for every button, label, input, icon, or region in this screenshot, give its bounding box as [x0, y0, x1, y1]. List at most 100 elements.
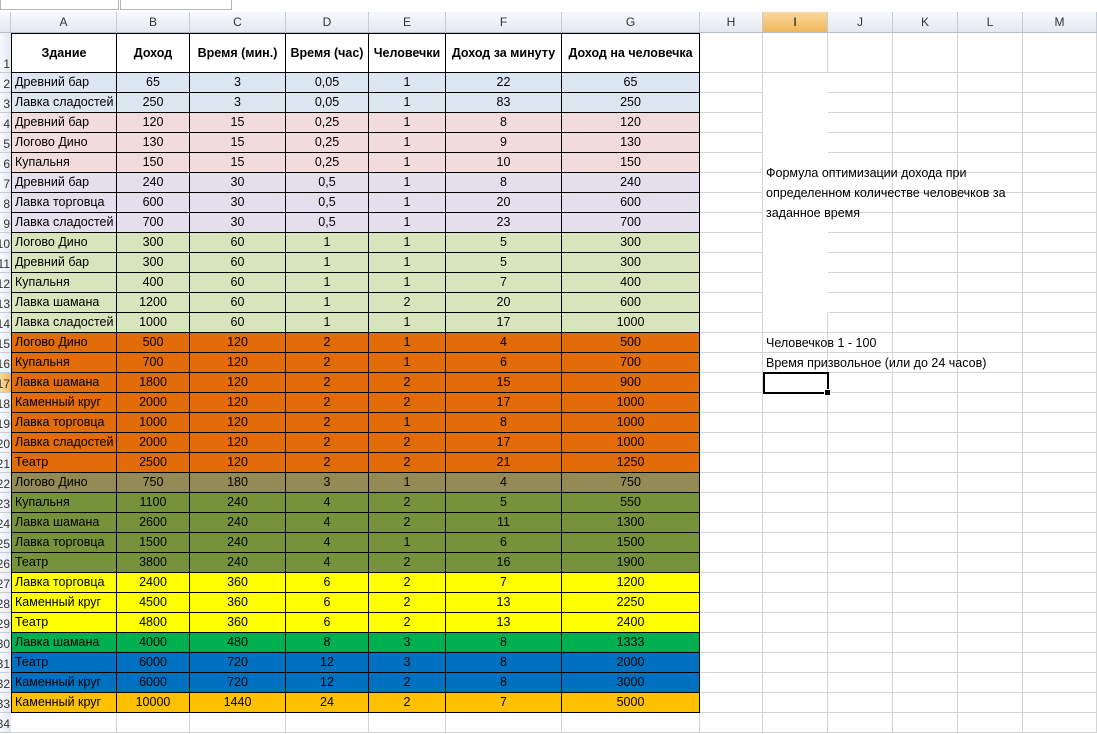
value-cell[interactable]: 1500	[117, 533, 190, 553]
header-cell[interactable]: Доход на человечка	[562, 33, 700, 73]
empty-cell[interactable]	[700, 353, 763, 373]
empty-cell[interactable]	[1023, 273, 1097, 293]
value-cell[interactable]: 240	[190, 553, 286, 573]
empty-cell[interactable]	[893, 313, 958, 333]
column-header-m[interactable]: M	[1023, 12, 1097, 32]
building-name-cell[interactable]: Каменный круг	[11, 693, 117, 713]
value-cell[interactable]: 17	[446, 313, 562, 333]
column-header-h[interactable]: H	[700, 12, 763, 32]
empty-cell[interactable]	[958, 273, 1023, 293]
value-cell[interactable]: 6	[446, 533, 562, 553]
value-cell[interactable]: 120	[190, 413, 286, 433]
row-header-3[interactable]: 3	[0, 93, 11, 113]
value-cell[interactable]: 6	[446, 353, 562, 373]
value-cell[interactable]: 0,25	[286, 153, 369, 173]
value-cell[interactable]: 1	[286, 293, 369, 313]
empty-cell[interactable]	[763, 673, 828, 693]
value-cell[interactable]: 1000	[562, 433, 700, 453]
value-cell[interactable]: 4500	[117, 593, 190, 613]
building-name-cell[interactable]: Лавка сладостей	[11, 213, 117, 233]
empty-cell[interactable]	[828, 433, 893, 453]
value-cell[interactable]: 2500	[117, 453, 190, 473]
value-cell[interactable]: 600	[117, 193, 190, 213]
empty-cell[interactable]	[763, 633, 828, 653]
value-cell[interactable]: 15	[190, 153, 286, 173]
value-cell[interactable]: 250	[117, 93, 190, 113]
building-name-cell[interactable]: Лавка шамана	[11, 293, 117, 313]
value-cell[interactable]: 300	[117, 233, 190, 253]
empty-cell[interactable]	[893, 373, 958, 393]
row-header-21[interactable]: 21	[0, 453, 11, 473]
value-cell[interactable]: 10000	[117, 693, 190, 713]
value-cell[interactable]: 2600	[117, 513, 190, 533]
empty-cell[interactable]	[763, 533, 828, 553]
value-cell[interactable]: 750	[117, 473, 190, 493]
value-cell[interactable]: 2	[286, 413, 369, 433]
empty-cell[interactable]	[828, 533, 893, 553]
empty-cell[interactable]	[828, 493, 893, 513]
row-header-14[interactable]: 14	[0, 313, 11, 333]
row-header-33[interactable]: 33	[0, 693, 11, 713]
value-cell[interactable]: 360	[190, 573, 286, 593]
empty-cell[interactable]	[1023, 573, 1097, 593]
row-header-34[interactable]: 34	[0, 713, 11, 733]
value-cell[interactable]: 2	[286, 373, 369, 393]
value-cell[interactable]: 1100	[117, 493, 190, 513]
column-header-d[interactable]: D	[286, 12, 369, 32]
empty-cell[interactable]	[1023, 633, 1097, 653]
value-cell[interactable]: 700	[117, 213, 190, 233]
empty-cell[interactable]	[1023, 433, 1097, 453]
empty-cell[interactable]	[828, 393, 893, 413]
value-cell[interactable]: 400	[117, 273, 190, 293]
empty-cell[interactable]	[893, 133, 958, 153]
value-cell[interactable]: 240	[117, 173, 190, 193]
value-cell[interactable]: 30	[190, 213, 286, 233]
empty-cell[interactable]	[1023, 233, 1097, 253]
row-header-29[interactable]: 29	[0, 613, 11, 633]
empty-cell[interactable]	[763, 133, 828, 153]
empty-cell[interactable]	[893, 613, 958, 633]
empty-cell[interactable]	[958, 393, 1023, 413]
value-cell[interactable]: 60	[190, 293, 286, 313]
value-cell[interactable]: 20	[446, 293, 562, 313]
value-cell[interactable]: 2	[286, 393, 369, 413]
empty-cell[interactable]	[893, 393, 958, 413]
empty-cell[interactable]	[893, 433, 958, 453]
row-header-16[interactable]: 16	[0, 353, 11, 373]
value-cell[interactable]: 1333	[562, 633, 700, 653]
value-cell[interactable]: 2	[369, 453, 446, 473]
value-cell[interactable]: 60	[190, 253, 286, 273]
empty-cell[interactable]	[763, 713, 828, 733]
value-cell[interactable]: 120	[190, 393, 286, 413]
empty-cell[interactable]	[700, 593, 763, 613]
empty-cell[interactable]	[893, 693, 958, 713]
value-cell[interactable]: 700	[562, 213, 700, 233]
building-name-cell[interactable]: Лавка шамана	[11, 513, 117, 533]
empty-cell[interactable]	[828, 553, 893, 573]
header-cell[interactable]: Время (мин.)	[190, 33, 286, 73]
value-cell[interactable]: 4	[286, 553, 369, 573]
value-cell[interactable]: 2	[286, 453, 369, 473]
empty-cell[interactable]	[763, 273, 828, 293]
value-cell[interactable]: 4	[446, 473, 562, 493]
value-cell[interactable]: 300	[562, 253, 700, 273]
value-cell[interactable]: 1	[369, 133, 446, 153]
empty-cell[interactable]	[700, 413, 763, 433]
value-cell[interactable]: 3	[190, 73, 286, 93]
row-header-13[interactable]: 13	[0, 293, 11, 313]
value-cell[interactable]: 1000	[562, 313, 700, 333]
empty-cell[interactable]	[700, 193, 763, 213]
value-cell[interactable]: 0,5	[286, 213, 369, 233]
value-cell[interactable]: 1	[369, 313, 446, 333]
row-header-24[interactable]: 24	[0, 513, 11, 533]
column-header-k[interactable]: K	[893, 12, 958, 32]
building-name-cell[interactable]: Лавка сладостей	[11, 433, 117, 453]
value-cell[interactable]: 5	[446, 233, 562, 253]
empty-cell[interactable]	[958, 93, 1023, 113]
empty-cell[interactable]	[763, 113, 828, 133]
empty-cell[interactable]	[958, 453, 1023, 473]
empty-cell[interactable]	[763, 693, 828, 713]
empty-cell[interactable]	[958, 373, 1023, 393]
building-name-cell[interactable]: Лавка торговца	[11, 413, 117, 433]
row-header-26[interactable]: 26	[0, 553, 11, 573]
